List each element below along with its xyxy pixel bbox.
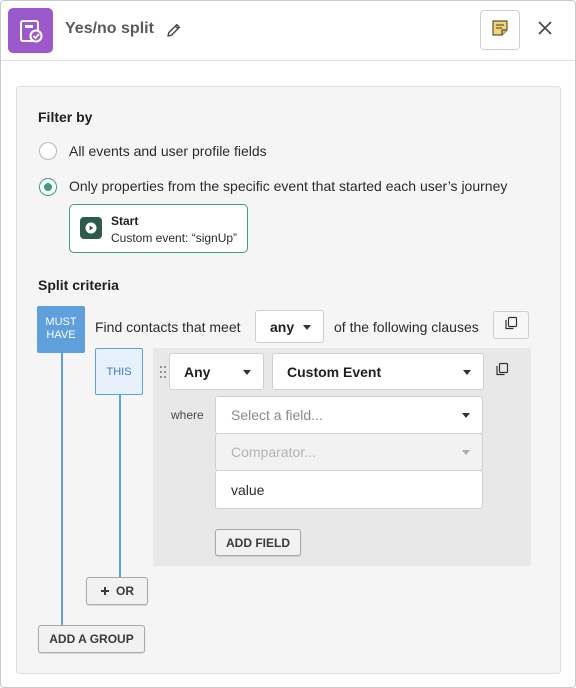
split-node-icon — [8, 8, 53, 53]
comparator-select: Comparator... — [215, 433, 483, 471]
value-input[interactable] — [215, 470, 483, 509]
plus-icon — [100, 586, 110, 596]
filter-by-heading: Filter by — [38, 109, 93, 125]
chevron-down-icon — [463, 370, 471, 375]
field-select-placeholder: Select a field... — [231, 407, 323, 423]
or-button-label: OR — [116, 584, 134, 598]
event-type-select[interactable]: Custom Event — [272, 353, 484, 390]
chevron-down-icon — [462, 413, 470, 418]
match-any-value: any — [270, 318, 295, 335]
quantifier-select[interactable]: Any — [169, 353, 264, 390]
this-clause-label: THIS — [95, 348, 143, 395]
split-criteria-heading: Split criteria — [38, 277, 119, 293]
must-have-group-label: MUST HAVE — [37, 306, 85, 353]
drag-handle-icon[interactable] — [159, 365, 167, 379]
radio-all-events-label: All events and user profile fields — [69, 143, 267, 159]
start-event-card: Start Custom event: “signUp” — [69, 204, 248, 253]
play-icon — [80, 217, 102, 239]
copy-group-button[interactable] — [493, 311, 529, 339]
copy-clause-button[interactable] — [492, 361, 512, 381]
pencil-icon[interactable] — [166, 22, 182, 38]
quantifier-value: Any — [184, 363, 211, 380]
copy-icon — [495, 362, 509, 381]
chevron-down-icon — [243, 370, 251, 375]
notes-icon — [490, 18, 510, 43]
where-label: where — [171, 408, 204, 422]
radio-all-events[interactable] — [39, 142, 57, 160]
or-button[interactable]: OR — [86, 577, 148, 605]
start-card-subtitle: Custom event: “signUp” — [111, 231, 238, 245]
close-icon — [537, 20, 553, 41]
field-select[interactable]: Select a field... — [215, 396, 483, 434]
split-editor-window: Yes/no split Filter by All events and us… — [0, 0, 576, 688]
chevron-down-icon — [462, 450, 470, 455]
radio-start-event-only[interactable] — [39, 178, 57, 196]
add-group-button[interactable]: ADD A GROUP — [38, 625, 145, 653]
event-type-value: Custom Event — [287, 363, 382, 380]
radio-start-event-only-label: Only properties from the specific event … — [69, 178, 508, 194]
clause-connector-line — [119, 395, 121, 577]
add-field-button[interactable]: ADD FIELD — [215, 529, 301, 556]
following-clauses-text: of the following clauses — [334, 319, 479, 335]
group-connector-line — [61, 353, 63, 626]
close-button[interactable] — [533, 18, 557, 42]
match-any-select[interactable]: any — [255, 310, 324, 343]
copy-icon — [504, 316, 518, 335]
find-contacts-text: Find contacts that meet — [95, 319, 241, 335]
comparator-placeholder: Comparator... — [231, 444, 316, 460]
header: Yes/no split — [1, 1, 575, 61]
start-card-title: Start — [111, 214, 139, 228]
chevron-down-icon — [303, 325, 311, 330]
page-title: Yes/no split — [65, 20, 154, 37]
notes-button[interactable] — [480, 10, 520, 50]
